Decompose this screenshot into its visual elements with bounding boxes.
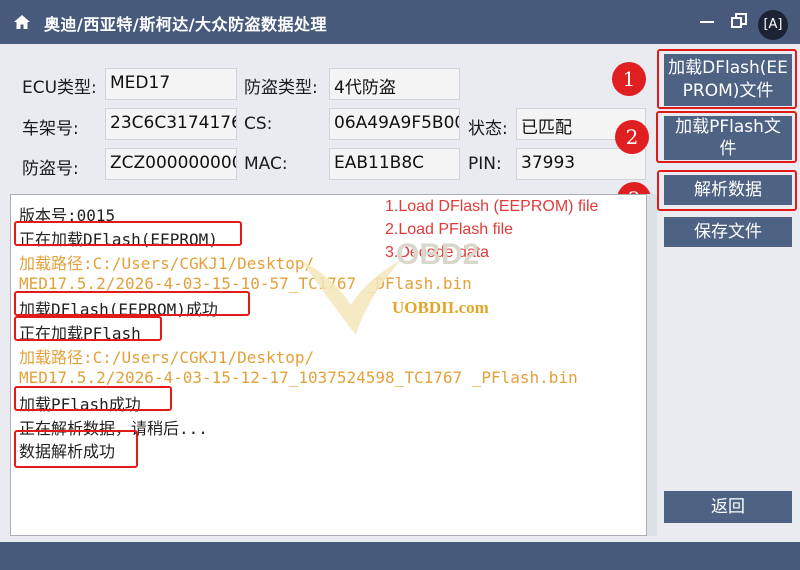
immo-number-label: 防盗号: [22,159,79,179]
save-file-button[interactable]: 保存文件 [664,217,792,247]
log-line: 加载路径:C:/Users/CGKJ1/Desktop/ [19,348,315,367]
annotation-step-2: 2.Load PFlash file [385,221,514,238]
cs-field: 06A49A9F5B00 [329,108,460,140]
highlight-dflash-success [14,291,250,316]
mac-label: MAC: [244,154,288,174]
annotation-step-1: 1.Load DFlash (EEPROM) file [385,198,599,215]
step-1-badge: 1 [612,62,646,96]
highlight-load-pflash [656,111,797,163]
step-2-badge: 2 [615,120,649,154]
log-line: 加载路径:C:/Users/CGKJ1/Desktop/ [19,254,315,273]
watermark-site: UOBDII.com [392,298,489,317]
vin-label: 车架号: [22,119,79,139]
mac-field: EAB11B8C [329,148,460,180]
vin-field: 23C6C3174176 [105,108,237,140]
window-title: 奥迪/西亚特/斯柯达/大众防盗数据处理 [44,15,328,34]
highlight-loading-dflash [14,221,242,246]
status-label: 状态: [468,119,508,139]
immo-type-field: 4代防盗 [329,68,460,100]
log-scrollbar[interactable] [647,194,657,536]
highlight-decode [657,170,797,211]
home-icon[interactable] [12,12,32,32]
restore-icon[interactable] [730,12,748,30]
log-line: MED17.5.2/2026-4-03-15-12-17_1037524598_… [19,368,578,387]
immo-type-label: 防盗类型: [244,78,318,98]
title-bar: 奥迪/西亚特/斯柯达/大众防盗数据处理 [A] [0,0,800,44]
ecu-type-label: ECU类型: [22,78,97,98]
highlight-pflash-success [14,386,172,411]
cs-label: CS: [244,114,273,134]
back-button[interactable]: 返回 [664,491,792,523]
status-bar [0,542,800,570]
watermark-obd2: OBD2 [396,238,480,271]
avatar[interactable]: [A] [758,10,788,40]
highlight-load-dflash [657,49,797,109]
highlight-loading-pflash [14,316,162,341]
ecu-type-field: MED17 [105,68,237,100]
pin-label: PIN: [468,154,502,174]
highlight-decode-success [14,430,138,468]
watermark-logo-icon [301,260,401,335]
minimize-icon[interactable] [700,21,714,23]
immo-number-field: ZCZ000000000 [105,148,237,180]
